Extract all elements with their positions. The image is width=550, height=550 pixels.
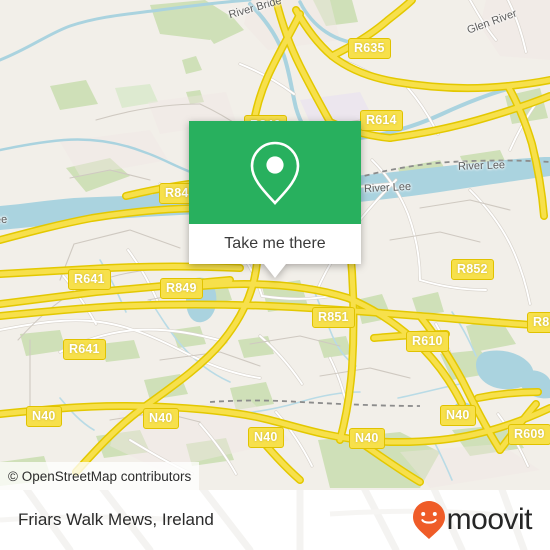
- road-shield: R852: [527, 312, 550, 333]
- road-shield: R852: [451, 259, 494, 280]
- map-popup-card[interactable]: Take me there: [189, 121, 361, 278]
- water-label: River Lee: [457, 159, 506, 173]
- map-attribution[interactable]: © OpenStreetMap contributors: [0, 462, 200, 490]
- attribution-text: © OpenStreetMap contributors: [8, 468, 192, 484]
- moovit-logo[interactable]: moovit: [412, 500, 533, 540]
- popup-pointer-tail: [264, 264, 286, 278]
- page-title: Friars Walk Mews, Ireland: [18, 510, 214, 529]
- popup-action-bar[interactable]: Take me there: [189, 224, 361, 264]
- road-shield: N40: [26, 406, 62, 427]
- page-footer: Friars Walk Mews, Ireland moovit: [0, 490, 550, 550]
- road-shield: N40: [440, 405, 476, 426]
- road-shield: R614: [360, 110, 403, 131]
- road-shield: R641: [63, 339, 106, 360]
- road-shield: R635: [348, 38, 391, 59]
- road-shield: R641: [68, 269, 111, 290]
- road-shield: R610: [406, 331, 449, 352]
- road-shield: R849: [160, 278, 203, 299]
- water-label: River Lee: [363, 180, 412, 196]
- road-shield: R851: [312, 307, 355, 328]
- road-shield: R609: [508, 424, 550, 445]
- moovit-wordmark: moovit: [446, 503, 533, 536]
- road-shield: N40: [248, 427, 284, 448]
- moovit-pin-smiley-icon: [412, 501, 445, 539]
- map-canvas[interactable]: .land { fill:#f2efe9; } .grn { fill:#cfe…: [0, 0, 550, 490]
- popup-header: [189, 121, 361, 224]
- moovit-map-screenshot: .land { fill:#f2efe9; } .grn { fill:#cfe…: [0, 0, 550, 550]
- location-pin-icon: [250, 141, 300, 205]
- take-me-there-button[interactable]: Take me there: [224, 235, 325, 253]
- water-label: ee: [0, 213, 8, 227]
- road-shield: N40: [143, 408, 179, 429]
- road-shield: N40: [349, 428, 385, 449]
